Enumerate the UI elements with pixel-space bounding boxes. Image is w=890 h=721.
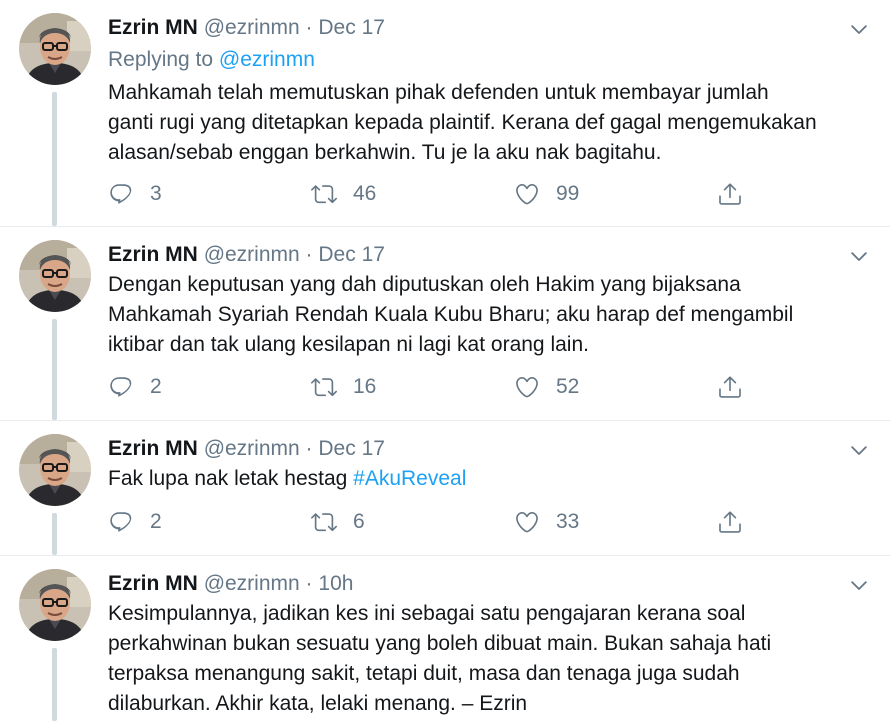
tweet-text: Mahkamah telah memutuskan pihak defenden… [108,78,868,168]
user-handle[interactable]: @ezrinmn [204,16,300,39]
tweet-text-line: terpaksa menangung sakit, tetapi duit, m… [108,662,740,685]
tweet-header: Ezrin MN @ezrinmn · Dec 17 [108,435,385,463]
tweet-1[interactable]: Ezrin MN @ezrinmn · Dec 17 Replying to @… [0,0,890,226]
tweet-actions: 2 6 33 [108,507,748,537]
retweet-button[interactable]: 46 [311,179,376,209]
user-handle[interactable]: @ezrinmn [204,243,300,266]
tweet-text-content: Fak lupa nak letak hestag [108,467,354,490]
retweet-button[interactable]: 6 [311,507,365,537]
tweet-text-line: Kesimpulannya, jadikan kes ini sebagai s… [108,602,746,625]
reply-icon [108,374,134,400]
reply-icon [108,181,134,207]
tweet-text-line: Fak lupa nak letak hestag #AkuReveal [108,464,868,494]
tweet-text-line: iktibar dan tak ulang kesilapan ni lagi … [108,333,589,356]
user-handle[interactable]: @ezrinmn [204,437,300,460]
tweet-text-line: Mahkamah Syariah Rendah Kuala Kubu Bharu… [108,303,794,326]
share-button[interactable] [717,507,743,537]
timestamp[interactable]: Dec 17 [318,437,385,460]
like-count: 99 [556,182,580,205]
tweet-text: Kesimpulannya, jadikan kes ini sebagai s… [108,599,868,719]
avatar[interactable] [19,240,91,312]
chevron-down-icon[interactable] [848,439,870,461]
tweet-header: Ezrin MN @ezrinmn · 10h [108,570,353,598]
like-count: 52 [556,375,580,398]
chevron-down-icon[interactable] [848,574,870,596]
tweet-actions: 3 46 99 [108,179,748,209]
reply-button[interactable]: 3 [108,179,162,209]
chevron-down-icon[interactable] [848,18,870,40]
replying-to: Replying to @ezrinmn [108,46,315,74]
tweet-text-line: alasan/sebab enggan berkahwin. Tu je la … [108,141,662,164]
separator-dot: · [305,16,313,39]
thread-connector [52,513,57,555]
timestamp[interactable]: 10h [318,572,353,595]
tweet-text-line: Dengan keputusan yang dah diputuskan ole… [108,273,741,296]
avatar[interactable] [19,13,91,85]
user-handle[interactable]: @ezrinmn [204,572,300,595]
heart-icon [514,374,540,400]
share-icon [717,509,743,535]
reply-button[interactable]: 2 [108,372,162,402]
tweet-header: Ezrin MN @ezrinmn · Dec 17 [108,14,385,42]
like-count: 33 [556,510,580,533]
tweet-text: Dengan keputusan yang dah diputuskan ole… [108,270,868,360]
reply-icon [108,509,134,535]
tweet-4[interactable]: Ezrin MN @ezrinmn · 10h Kesimpulannya, j… [0,556,890,721]
reply-button[interactable]: 2 [108,507,162,537]
tweet-header: Ezrin MN @ezrinmn · Dec 17 [108,241,385,269]
chevron-down-icon[interactable] [848,245,870,267]
share-icon [717,374,743,400]
heart-icon [514,181,540,207]
thread-connector [52,648,57,721]
share-icon [717,181,743,207]
tweet-text-line: perkahwinan bukan sesuatu yang boleh dib… [108,632,772,655]
tweet-text-line: Mahkamah telah memutuskan pihak defenden… [108,81,769,104]
display-name[interactable]: Ezrin MN [108,243,198,266]
display-name[interactable]: Ezrin MN [108,437,198,460]
tweet-text-line: dilaburkan. Akhir kata, lelaki menang. –… [108,692,528,715]
reply-count: 2 [150,375,162,398]
thread-connector [52,92,57,226]
thread-connector [52,319,57,420]
like-button[interactable]: 33 [514,507,579,537]
heart-icon [514,509,540,535]
separator-dot: · [305,572,313,595]
separator-dot: · [305,437,313,460]
display-name[interactable]: Ezrin MN [108,16,198,39]
reply-count: 3 [150,182,162,205]
tweet-3[interactable]: Ezrin MN @ezrinmn · Dec 17 Fak lupa nak … [0,421,890,555]
tweet-2[interactable]: Ezrin MN @ezrinmn · Dec 17 Dengan keputu… [0,227,890,420]
replying-to-label: Replying to [108,48,219,71]
retweet-icon [311,374,337,400]
timestamp[interactable]: Dec 17 [318,16,385,39]
avatar[interactable] [19,569,91,641]
hashtag-link[interactable]: #AkuReveal [353,467,466,490]
avatar[interactable] [19,434,91,506]
timestamp[interactable]: Dec 17 [318,243,385,266]
tweet-text: Fak lupa nak letak hestag #AkuReveal [108,464,868,494]
share-button[interactable] [717,179,743,209]
retweet-count: 6 [353,510,365,533]
reply-count: 2 [150,510,162,533]
tweet-text-line: ganti rugi yang ditetapkan kepada plaint… [108,111,817,134]
like-button[interactable]: 99 [514,179,579,209]
retweet-icon [311,509,337,535]
retweet-button[interactable]: 16 [311,372,376,402]
retweet-icon [311,181,337,207]
tweet-actions: 2 16 52 [108,372,748,402]
share-button[interactable] [717,372,743,402]
display-name[interactable]: Ezrin MN [108,572,198,595]
retweet-count: 46 [353,182,377,205]
mention-link[interactable]: @ezrinmn [219,48,315,71]
like-button[interactable]: 52 [514,372,579,402]
tweet-thread: Ezrin MN @ezrinmn · Dec 17 Replying to @… [0,0,890,721]
separator-dot: · [305,243,313,266]
retweet-count: 16 [353,375,377,398]
